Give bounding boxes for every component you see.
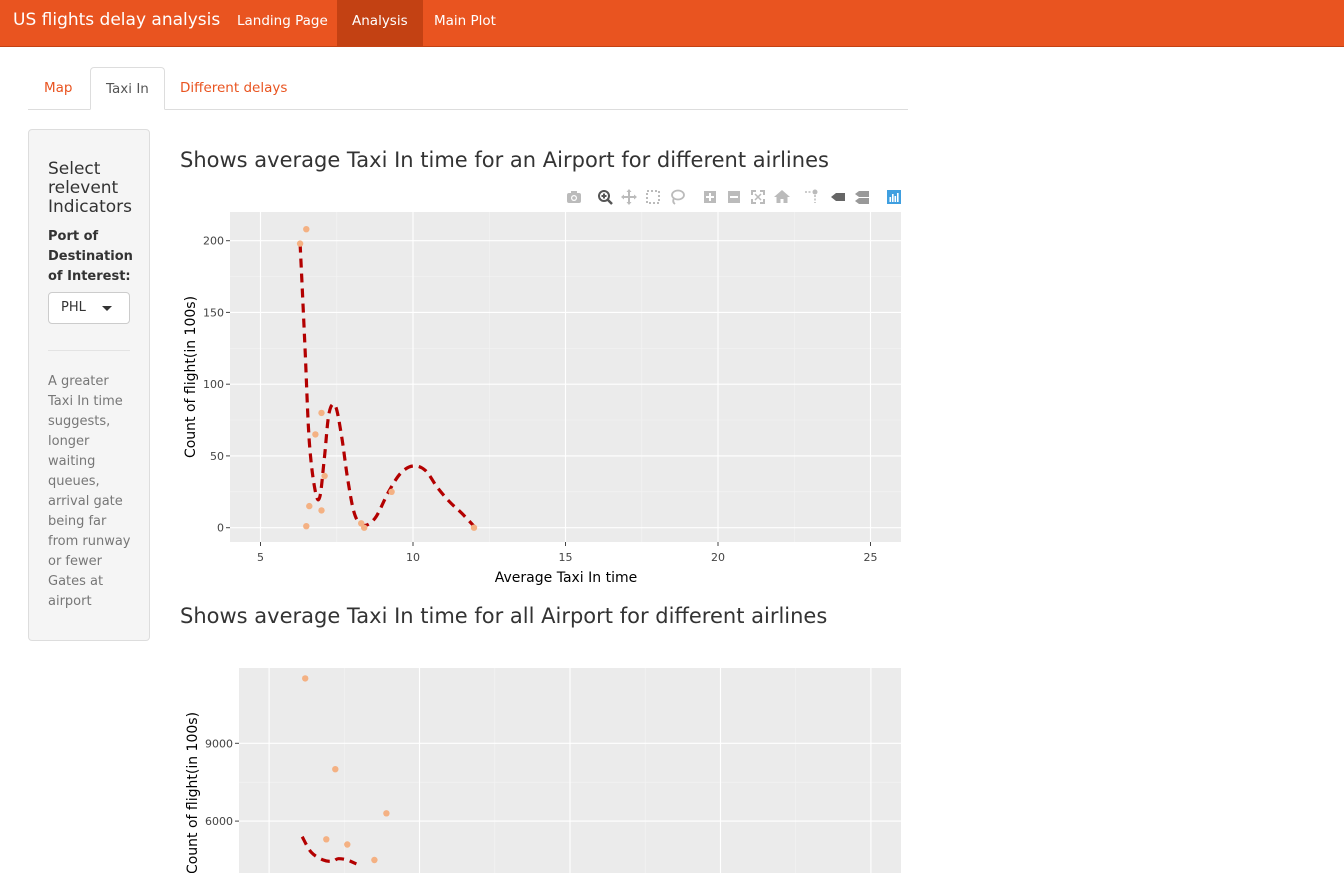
- plot2-y-tick-label: 9000: [205, 737, 233, 750]
- plot2-scatter-point: [302, 675, 309, 682]
- plot2-scatter-point: [332, 766, 339, 773]
- plot2-scatter-point: [344, 841, 351, 848]
- plot2-y-axis-label: Count of flight(in 100s): [185, 712, 201, 873]
- plot2-scatter-point: [323, 836, 330, 843]
- plot2-scatter-point: [371, 856, 378, 864]
- plot2-y-tick-label: 6000: [205, 815, 233, 828]
- plot2-scatter-point: [383, 810, 390, 817]
- plot2-taxi-in-all-airports[interactable]: 6000 9000 Count of flight(in 100s): [0, 0, 1344, 873]
